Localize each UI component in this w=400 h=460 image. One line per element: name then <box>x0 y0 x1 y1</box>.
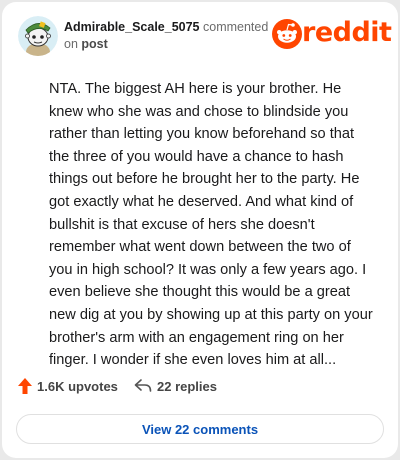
avatar-icon <box>18 16 58 56</box>
reply-arrow-icon <box>134 379 152 392</box>
post-link[interactable]: post <box>81 37 107 51</box>
reddit-snoo-icon <box>272 19 302 49</box>
comment-card: Admirable_Scale_5075 commented on post r… <box>2 2 398 458</box>
comment-header: Admirable_Scale_5075 commented on post r… <box>16 16 392 56</box>
upvote-button[interactable]: 1.6K upvotes <box>18 376 118 396</box>
replies-button[interactable]: 22 replies <box>134 376 217 396</box>
comment-action-text: commented <box>203 20 269 34</box>
on-text: on <box>64 37 78 51</box>
reddit-wordmark: reddit <box>302 17 392 48</box>
view-comments-button[interactable]: View 22 comments <box>16 414 384 444</box>
reddit-logo: reddit <box>272 18 392 49</box>
username-link[interactable]: Admirable_Scale_5075 <box>64 20 200 34</box>
upvote-arrow-icon <box>18 378 32 394</box>
comment-body: NTA. The biggest AH here is your brother… <box>49 81 373 369</box>
upvote-count: 1.6K upvotes <box>37 378 118 394</box>
view-comments-label: View 22 comments <box>141 421 259 437</box>
comment-actions: 1.6K upvotes 22 replies <box>16 376 376 396</box>
user-avatar[interactable] <box>18 16 58 56</box>
comment-meta: Admirable_Scale_5075 commented on post <box>64 19 284 53</box>
reply-count: 22 replies <box>157 378 217 394</box>
